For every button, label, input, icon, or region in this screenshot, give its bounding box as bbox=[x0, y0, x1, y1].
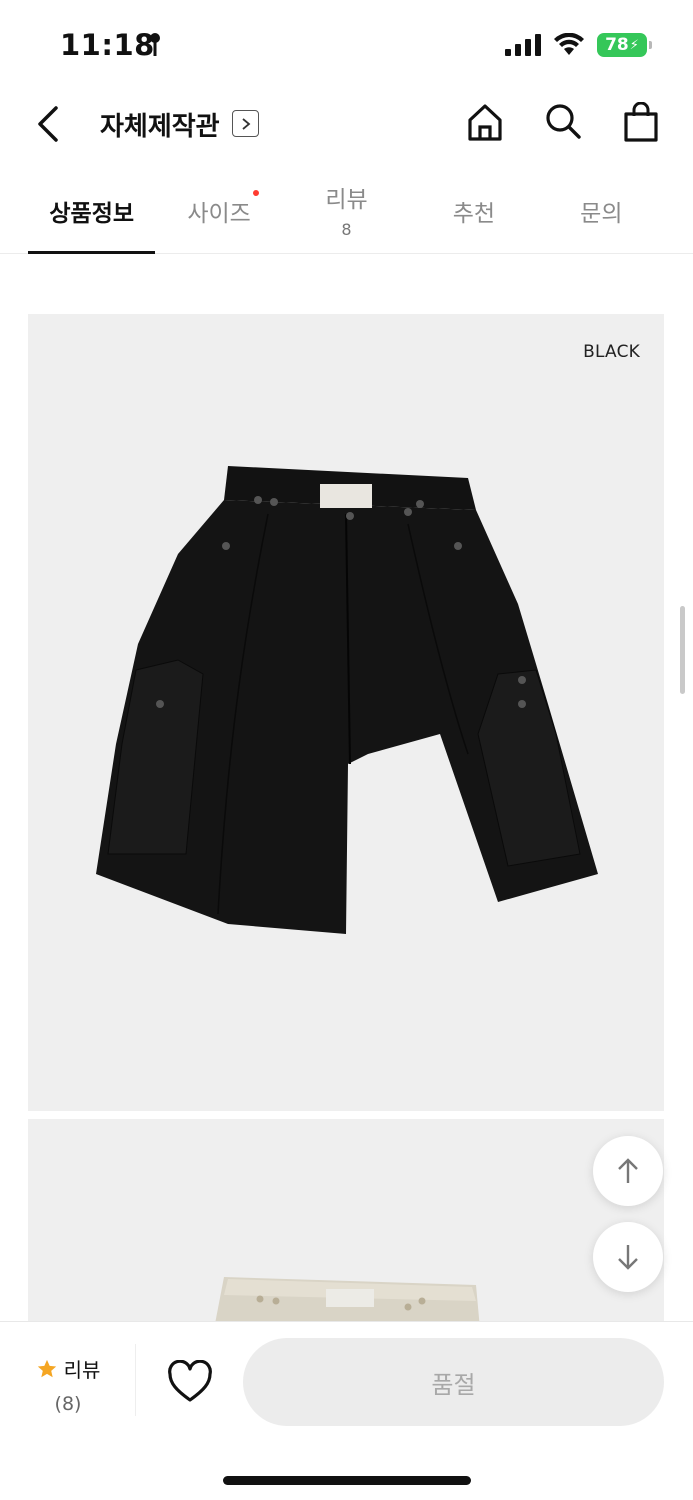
status-bar: 11:18 78 ⚡ bbox=[0, 0, 693, 86]
cart-button[interactable] bbox=[621, 100, 661, 144]
tab-size[interactable]: 사이즈 bbox=[155, 162, 282, 253]
battery-indicator: 78 ⚡ bbox=[597, 33, 652, 57]
product-image-beige: B bbox=[28, 1119, 664, 1329]
bottom-action-bar: 리뷰 (8) 품절 bbox=[0, 1321, 693, 1500]
arrow-down-icon bbox=[618, 1245, 638, 1270]
new-dot-badge bbox=[252, 190, 259, 196]
tab-review[interactable]: 리뷰 8 bbox=[283, 162, 410, 253]
page-title[interactable]: 자체제작관 bbox=[100, 106, 220, 143]
wifi-icon bbox=[554, 33, 584, 55]
scroll-bottom-button[interactable] bbox=[593, 1222, 663, 1292]
search-icon bbox=[546, 104, 581, 139]
tab-inquiry[interactable]: 문의 bbox=[538, 162, 665, 253]
arrow-up-icon bbox=[618, 1158, 638, 1183]
review-tab-count: 8 bbox=[341, 220, 352, 239]
nav-header: 자체제작관 bbox=[0, 86, 693, 162]
sold-out-button[interactable]: 품절 bbox=[243, 1338, 664, 1426]
status-time: 11:18 bbox=[60, 28, 155, 62]
back-arrow-icon[interactable] bbox=[32, 102, 68, 146]
battery-level: 78 bbox=[605, 35, 629, 55]
star-icon bbox=[37, 1359, 56, 1377]
tab-recommend[interactable]: 추천 bbox=[410, 162, 537, 253]
review-label: 리뷰 bbox=[63, 1358, 101, 1382]
scrollbar[interactable] bbox=[680, 606, 685, 694]
shorts-image bbox=[214, 1277, 480, 1329]
home-icon bbox=[468, 104, 502, 141]
tab-label: 상품정보 bbox=[49, 201, 135, 227]
home-button[interactable] bbox=[465, 100, 505, 144]
tab-bar: 상품정보 사이즈 리뷰 8 추천 문의 bbox=[0, 162, 693, 254]
sold-out-label: 품절 bbox=[431, 1370, 476, 1399]
scroll-top-button[interactable] bbox=[593, 1136, 663, 1206]
product-image-black: BLACK bbox=[28, 314, 664, 1111]
review-summary[interactable]: 리뷰 (8) bbox=[30, 1354, 106, 1415]
charging-bolt-icon: ⚡ bbox=[629, 37, 639, 53]
heart-icon[interactable] bbox=[166, 1360, 214, 1404]
chevron-right-icon[interactable] bbox=[232, 110, 259, 137]
tab-label: 사이즈 bbox=[187, 201, 251, 227]
tab-product-info[interactable]: 상품정보 bbox=[28, 162, 156, 254]
home-indicator[interactable] bbox=[223, 1476, 471, 1485]
location-pin-icon bbox=[150, 33, 160, 56]
search-button[interactable] bbox=[543, 100, 583, 144]
review-count: (8) bbox=[54, 1393, 82, 1415]
tab-label: 문의 bbox=[580, 201, 623, 227]
divider bbox=[135, 1344, 136, 1416]
shorts-image bbox=[96, 466, 598, 934]
tab-label: 추천 bbox=[452, 201, 496, 227]
tab-label: 리뷰 bbox=[325, 187, 368, 213]
shopping-bag-icon bbox=[624, 102, 658, 142]
cellular-signal-icon bbox=[505, 34, 541, 56]
